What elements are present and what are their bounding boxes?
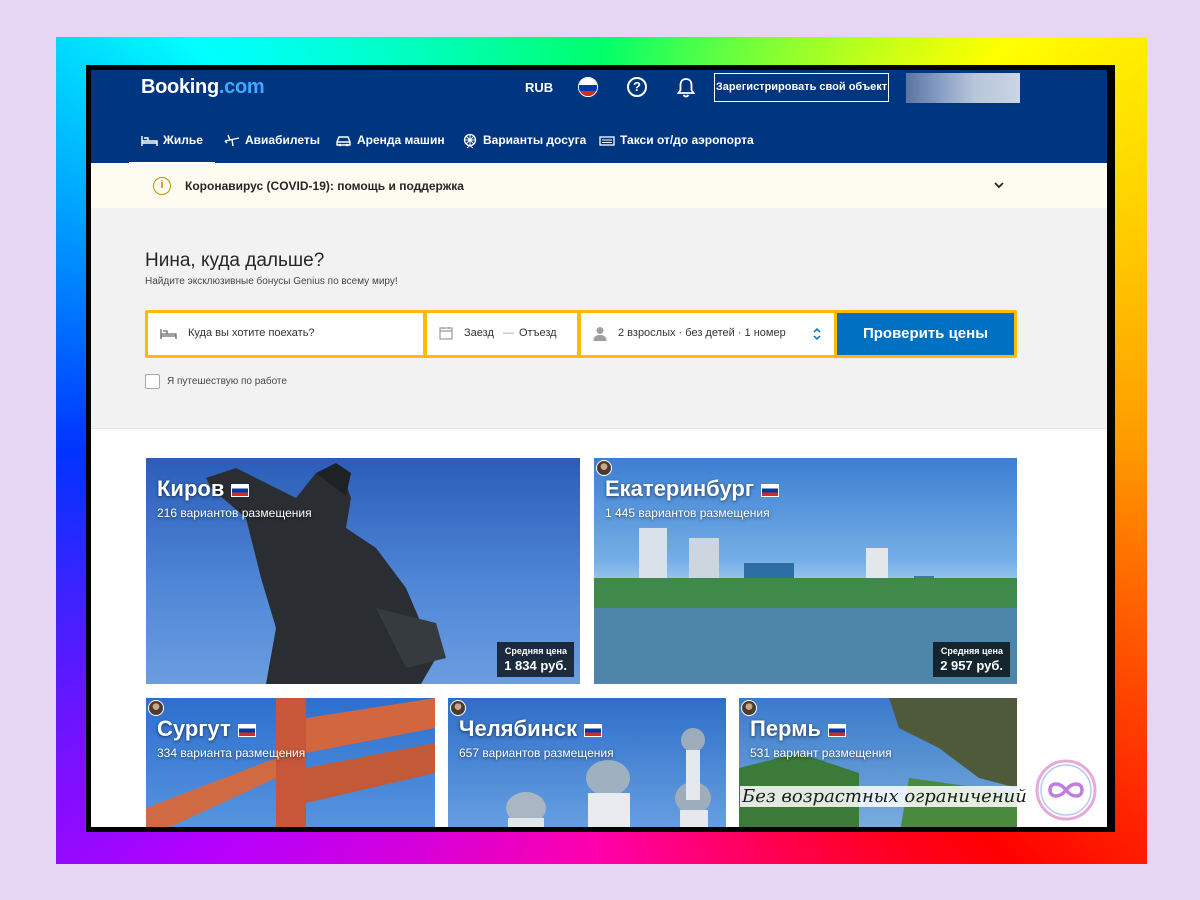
russia-flag-icon [237, 723, 256, 737]
tab-stays[interactable]: Жилье [129, 124, 215, 164]
card-property-count: 531 вариант размещения [750, 746, 892, 760]
plane-icon [224, 134, 240, 146]
tab-attractions[interactable]: Варианты досуга [462, 124, 586, 162]
greeting-title: Нина, куда дальше? [145, 250, 325, 271]
russia-flag-icon [761, 483, 780, 497]
register-property-button[interactable]: Зарегистрировать свой объект [714, 73, 889, 102]
stepper-arrows-icon [813, 327, 821, 341]
russia-flag-icon [828, 723, 846, 737]
contributor-avatar [741, 700, 757, 716]
taxi-icon [599, 136, 615, 146]
booking-page: Booking.com RUB ? Зарегистрировать свой … [91, 70, 1107, 827]
logo-suffix-text: .com [218, 76, 265, 98]
destination-card-chelyabinsk[interactable]: Челябинск 657 вариантов размещения [448, 698, 726, 827]
checkout-label: Отъезд [519, 327, 557, 339]
destination-field[interactable]: Куда вы хотите поехать? [148, 313, 423, 355]
guests-summary: 2 взрослых · без детей · 1 номер [618, 327, 786, 339]
card-property-count: 657 вариантов размещения [459, 746, 614, 760]
average-price-label: Средняя цена [504, 646, 567, 656]
person-icon [593, 327, 607, 341]
average-price-badge: Средняя цена 2 957 руб. [933, 642, 1010, 677]
destination-card-kirov[interactable]: Киров 216 вариантов размещения Средняя ц… [146, 458, 580, 684]
card-city-title: Киров [157, 476, 250, 502]
russia-flag-icon [584, 723, 603, 737]
tab-car-rental-label: Аренда машин [357, 133, 445, 147]
covid-banner-text: Коронавирус (COVID-19): помощь и поддерж… [185, 179, 464, 193]
tab-airport-taxi[interactable]: Такси от/до аэропорта [599, 124, 754, 162]
guests-field[interactable]: 2 взрослых · без детей · 1 номер [581, 313, 834, 355]
average-price-value: 2 957 руб. [940, 658, 1003, 673]
calendar-icon [439, 327, 453, 340]
search-section: Нина, куда дальше? Найдите эксклюзивные … [91, 208, 1107, 429]
user-account-avatar[interactable] [906, 73, 1020, 103]
bed-icon [160, 329, 177, 339]
card-city-title: Екатеринбург [605, 476, 780, 502]
average-price-label: Средняя цена [940, 646, 1003, 656]
tab-airport-taxi-label: Такси от/до аэропорта [620, 133, 754, 147]
tab-attractions-label: Варианты досуга [483, 133, 587, 147]
booking-logo[interactable]: Booking.com [141, 76, 265, 99]
chevron-down-icon[interactable] [992, 178, 1006, 192]
russia-flag-icon [231, 483, 250, 497]
average-price-value: 1 834 руб. [504, 658, 567, 673]
tab-car-rental[interactable]: Аренда машин [335, 124, 445, 162]
destination-card-yekaterinburg[interactable]: Екатеринбург 1 445 вариантов размещения … [594, 458, 1017, 684]
info-icon: i [153, 177, 171, 195]
work-trip-checkbox[interactable] [145, 374, 160, 389]
language-flag-icon[interactable] [578, 77, 598, 97]
checkin-label: Заезд [464, 327, 494, 339]
card-city-title: Сургут [157, 716, 256, 742]
card-property-count: 334 варианта размещения [157, 746, 306, 760]
destination-card-perm[interactable]: Пермь 531 вариант размещения [739, 698, 1017, 827]
destination-placeholder: Куда вы хотите поехать? [188, 327, 315, 339]
contributor-avatar [450, 700, 466, 716]
greeting-subtitle: Найдите эксклюзивные бонусы Genius по вс… [145, 276, 398, 287]
dates-field[interactable]: Заезд — Отъезд [427, 313, 577, 355]
card-city-title: Челябинск [459, 716, 603, 742]
check-prices-button[interactable]: Проверить цены [837, 313, 1014, 355]
tab-stays-label: Жилье [163, 133, 203, 147]
card-property-count: 216 вариантов размещения [157, 506, 312, 520]
search-bar: Куда вы хотите поехать? Заезд — Отъезд 2… [145, 310, 1017, 358]
car-icon [336, 136, 351, 147]
infinity-logo-icon [1035, 759, 1097, 821]
work-trip-label[interactable]: Я путешествую по работе [167, 376, 287, 387]
bed-icon [141, 135, 158, 146]
date-separator: — [503, 327, 514, 339]
contributor-avatar [148, 700, 164, 716]
average-price-badge: Средняя цена 1 834 руб. [497, 642, 574, 677]
covid-banner[interactable]: i Коронавирус (COVID-19): помощь и подде… [91, 163, 1107, 208]
card-city-title: Пермь [750, 716, 846, 742]
bell-icon[interactable] [676, 77, 696, 99]
attractions-icon [463, 133, 477, 149]
tab-flights[interactable]: Авиабилеты [224, 124, 320, 162]
help-icon[interactable]: ? [627, 77, 647, 97]
destination-card-surgut[interactable]: Сургут 334 варианта размещения [146, 698, 435, 827]
logo-main-text: Booking [141, 76, 219, 98]
currency-selector[interactable]: RUB [525, 80, 553, 95]
tab-flights-label: Авиабилеты [245, 133, 320, 147]
contributor-avatar [596, 460, 612, 476]
site-header: Booking.com RUB ? Зарегистрировать свой … [91, 70, 1107, 164]
age-rating-watermark: Без возрастных ограничений [740, 786, 1029, 807]
card-property-count: 1 445 вариантов размещения [605, 506, 770, 520]
